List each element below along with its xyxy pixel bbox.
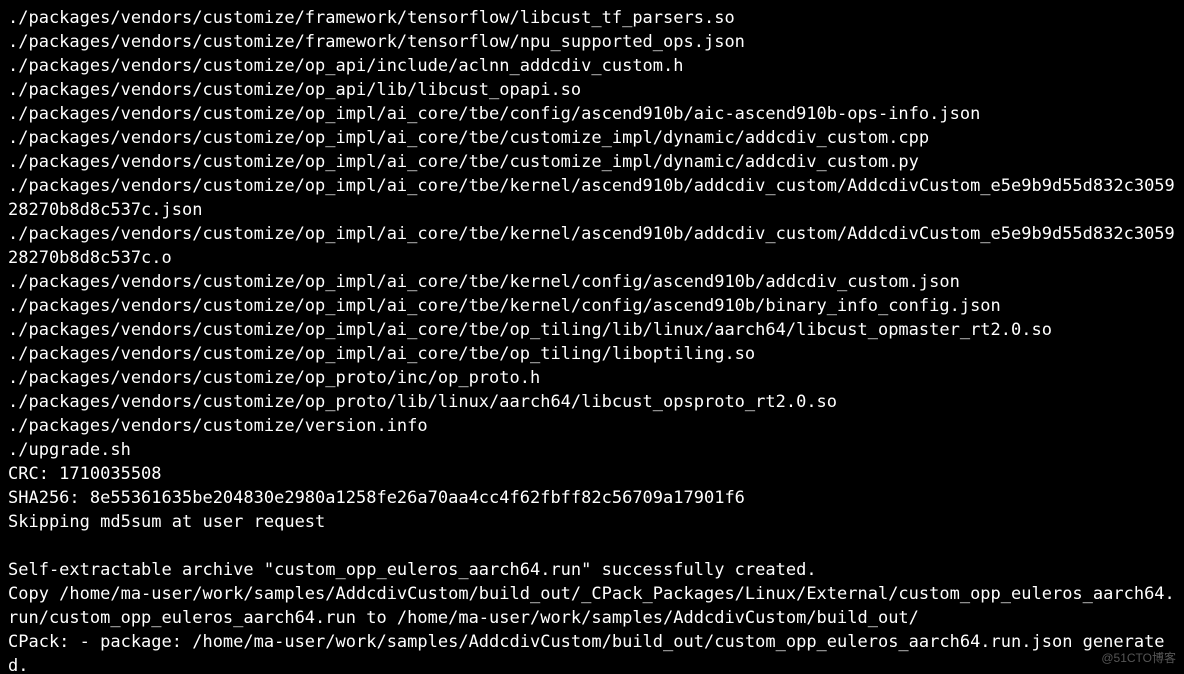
watermark: @51CTO博客 [1101, 649, 1176, 666]
terminal-line: ./packages/vendors/customize/framework/t… [8, 6, 1176, 30]
terminal-line: CPack: - package: /home/ma-user/work/sam… [8, 630, 1176, 674]
terminal-line: CRC: 1710035508 [8, 462, 1176, 486]
terminal-line: ./upgrade.sh [8, 438, 1176, 462]
terminal-line: ./packages/vendors/customize/op_proto/in… [8, 366, 1176, 390]
terminal-line: ./packages/vendors/customize/op_impl/ai_… [8, 222, 1176, 270]
terminal-line: ./packages/vendors/customize/op_impl/ai_… [8, 270, 1176, 294]
terminal-line: SHA256: 8e55361635be204830e2980a1258fe26… [8, 486, 1176, 510]
terminal-line: ./packages/vendors/customize/op_impl/ai_… [8, 174, 1176, 222]
terminal-line: ./packages/vendors/customize/op_impl/ai_… [8, 294, 1176, 318]
terminal-line: Copy /home/ma-user/work/samples/AddcdivC… [8, 582, 1176, 630]
terminal-line: Self-extractable archive "custom_opp_eul… [8, 558, 1176, 582]
terminal-line: ./packages/vendors/customize/op_impl/ai_… [8, 126, 1176, 150]
terminal-line: ./packages/vendors/customize/op_proto/li… [8, 390, 1176, 414]
terminal-line: ./packages/vendors/customize/op_impl/ai_… [8, 102, 1176, 126]
terminal-line: ./packages/vendors/customize/version.inf… [8, 414, 1176, 438]
terminal-line [8, 534, 1176, 558]
terminal-line: ./packages/vendors/customize/op_api/lib/… [8, 78, 1176, 102]
terminal-line: Skipping md5sum at user request [8, 510, 1176, 534]
terminal-output[interactable]: ./packages/vendors/customize/framework/t… [0, 0, 1184, 674]
terminal-line: ./packages/vendors/customize/op_api/incl… [8, 54, 1176, 78]
terminal-line: ./packages/vendors/customize/framework/t… [8, 30, 1176, 54]
terminal-line: ./packages/vendors/customize/op_impl/ai_… [8, 318, 1176, 342]
terminal-line: ./packages/vendors/customize/op_impl/ai_… [8, 150, 1176, 174]
terminal-line: ./packages/vendors/customize/op_impl/ai_… [8, 342, 1176, 366]
